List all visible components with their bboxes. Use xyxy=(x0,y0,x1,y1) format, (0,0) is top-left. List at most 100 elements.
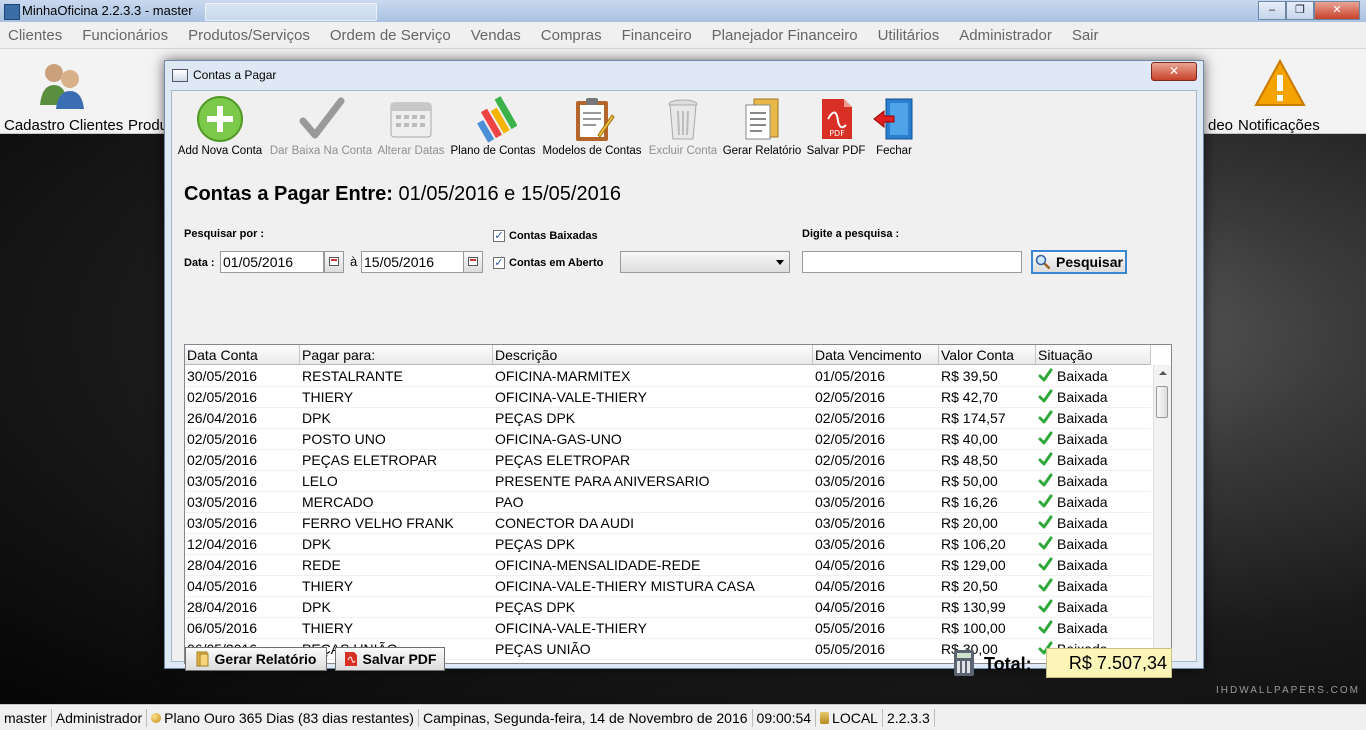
table-row[interactable]: 30/05/2016 RESTALRANTE OFICINA-MARMITEX 01/… xyxy=(185,366,1151,387)
cell-pagar-para: DPK xyxy=(300,534,493,555)
menu-sair[interactable]: Sair xyxy=(1064,27,1111,44)
table-row[interactable]: 03/05/2016 FERRO VELHO FRANK CONECTOR DA A… xyxy=(185,513,1151,534)
table-row[interactable]: 28/04/2016 REDE OFICINA-MENSALIDADE-REDE 04… xyxy=(185,555,1151,576)
table-vertical-scrollbar[interactable] xyxy=(1153,365,1171,663)
cell-valor-conta: R$ 42,70 xyxy=(939,387,1036,408)
column-header-valor-conta[interactable]: Valor Conta xyxy=(939,345,1036,365)
date-from-calendar-button[interactable] xyxy=(324,251,344,273)
fechar-button[interactable]: Fechar xyxy=(870,93,918,159)
status-plan-text: Plano Ouro 365 Dias (83 dias restantes) xyxy=(164,709,414,726)
cell-descricao: OFICINA-MENSALIDADE-REDE xyxy=(493,555,813,576)
contas-em-aberto-checkbox[interactable]: ✓ xyxy=(493,257,505,269)
contas-a-pagar-dialog: Contas a Pagar ✕ Add Nova Conta Dar Baix… xyxy=(164,60,1204,678)
cell-descricao: PEÇAS DPK xyxy=(493,408,813,429)
date-to-calendar-button[interactable] xyxy=(463,251,483,273)
situacao-text: Baixada xyxy=(1057,389,1108,405)
date-from-input[interactable]: 01/05/2016 xyxy=(220,251,324,273)
search-input[interactable] xyxy=(802,251,1022,273)
ribbon-notificacoes[interactable]: Notificações xyxy=(1236,55,1326,135)
dar-baixa-button[interactable]: Dar Baixa Na Conta xyxy=(268,93,374,159)
modelos-de-contas-button[interactable]: Modelos de Contas xyxy=(540,93,644,159)
minimize-button[interactable]: – xyxy=(1258,1,1286,20)
table-row[interactable]: 12/04/2016 DPK PEÇAS DPK 03/05/2016 R$ 106,2… xyxy=(185,534,1151,555)
plano-de-contas-button[interactable]: Plano de Contas xyxy=(448,93,538,159)
situacao-text: Baixada xyxy=(1057,494,1108,510)
table-row[interactable]: 03/05/2016 MERCADO PAO 03/05/2016 R$ 16,26 Ba… xyxy=(185,492,1151,513)
alterar-datas-button[interactable]: Alterar Datas xyxy=(376,93,446,159)
contas-table[interactable]: Data Conta Pagar para: Descrição Data Ve… xyxy=(184,344,1172,664)
checkmark-icon xyxy=(1038,410,1053,424)
menu-administrador[interactable]: Administrador xyxy=(951,27,1064,44)
dialog-title-bar[interactable]: Contas a Pagar ✕ xyxy=(165,61,1203,89)
excluir-conta-button[interactable]: Excluir Conta xyxy=(646,93,720,159)
table-row[interactable]: 28/04/2016 DPK PEÇAS DPK 04/05/2016 R$ 130,9… xyxy=(185,597,1151,618)
gerar-relatorio-toolbar-button[interactable]: Gerar Relatório xyxy=(722,93,802,159)
cell-data-conta: 02/05/2016 xyxy=(185,450,300,471)
column-header-data-conta[interactable]: Data Conta xyxy=(185,345,300,365)
exit-door-icon xyxy=(873,98,913,140)
table-row[interactable]: 03/05/2016 LELO PRESENTE PARA ANIVERSARIO 0… xyxy=(185,471,1151,492)
menu-clientes[interactable]: Clientes xyxy=(0,27,74,44)
cell-valor-conta: R$ 106,20 xyxy=(939,534,1036,555)
table-row[interactable]: 26/04/2016 DPK PEÇAS DPK 02/05/2016 R$ 174,5… xyxy=(185,408,1151,429)
status-plan: Plano Ouro 365 Dias (83 dias restantes) xyxy=(147,708,419,727)
cell-valor-conta: R$ 20,50 xyxy=(939,576,1036,597)
menu-compras[interactable]: Compras xyxy=(533,27,614,44)
filter-dropdown[interactable] xyxy=(620,251,790,273)
page-title: Contas a Pagar Entre: 01/05/2016 e 15/05… xyxy=(184,183,621,206)
salvar-pdf-label: Salvar PDF xyxy=(362,651,437,667)
cell-descricao: OFICINA-GAS-UNO xyxy=(493,429,813,450)
menu-utilitarios[interactable]: Utilitários xyxy=(870,27,952,44)
contas-baixadas-checkbox[interactable]: ✓ xyxy=(493,230,505,242)
cell-valor-conta: R$ 16,26 xyxy=(939,492,1036,513)
ribbon-label-notificacoes: Notificações xyxy=(1238,117,1320,134)
menu-vendas[interactable]: Vendas xyxy=(463,27,533,44)
column-header-situacao[interactable]: Situação xyxy=(1036,345,1151,365)
cell-situacao: Baixada xyxy=(1036,513,1151,534)
column-header-pagar-para[interactable]: Pagar para: xyxy=(300,345,493,365)
menu-financeiro[interactable]: Financeiro xyxy=(614,27,704,44)
dialog-close-button[interactable]: ✕ xyxy=(1151,62,1197,81)
situacao-text: Baixada xyxy=(1057,410,1108,426)
table-row[interactable]: 02/05/2016 THIERY OFICINA-VALE-THIERY 02/05… xyxy=(185,387,1151,408)
situacao-text: Baixada xyxy=(1057,557,1108,573)
column-header-data-vencimento[interactable]: Data Vencimento xyxy=(813,345,939,365)
svg-text:PDF: PDF xyxy=(829,129,845,138)
close-button[interactable]: ✕ xyxy=(1314,1,1360,20)
menu-produtos-servicos[interactable]: Produtos/Serviços xyxy=(180,27,322,44)
gerar-relatorio-toolbar-label: Gerar Relatório xyxy=(722,145,802,157)
table-row[interactable]: 02/05/2016 POSTO UNO OFICINA-GAS-UNO 02/05/… xyxy=(185,429,1151,450)
salvar-pdf-toolbar-button[interactable]: PDF Salvar PDF xyxy=(804,93,868,159)
report-icon xyxy=(196,651,209,667)
scroll-up-button[interactable] xyxy=(1154,365,1171,382)
table-row[interactable]: 04/05/2016 THIERY OFICINA-VALE-THIERY MIST… xyxy=(185,576,1151,597)
ribbon-cadastro-clientes[interactable]: Cadastro Clientes xyxy=(0,55,124,135)
cell-descricao: OFICINA-VALE-THIERY xyxy=(493,387,813,408)
cell-situacao: Baixada xyxy=(1036,555,1151,576)
cell-situacao: Baixada xyxy=(1036,408,1151,429)
situacao-text: Baixada xyxy=(1057,431,1108,447)
pesquisar-button[interactable]: Pesquisar xyxy=(1031,250,1127,274)
menu-ordem-servico[interactable]: Ordem de Serviço xyxy=(322,27,463,44)
cell-valor-conta: R$ 130,99 xyxy=(939,597,1036,618)
cell-pagar-para: MERCADO xyxy=(300,492,493,513)
scroll-thumb[interactable] xyxy=(1156,386,1168,418)
date-to-input[interactable]: 15/05/2016 xyxy=(361,251,464,273)
situacao-text: Baixada xyxy=(1057,368,1108,384)
menu-planejador-financeiro[interactable]: Planejador Financeiro xyxy=(704,27,870,44)
column-header-descricao[interactable]: Descrição xyxy=(493,345,813,365)
window-title-bar[interactable]: MinhaOficina 2.2.3.3 - master – ❐ ✕ xyxy=(0,0,1366,23)
menu-funcionarios[interactable]: Funcionários xyxy=(74,27,180,44)
add-nova-conta-label: Add Nova Conta xyxy=(177,145,263,157)
cell-data-vencimento: 04/05/2016 xyxy=(813,555,939,576)
add-nova-conta-button[interactable]: Add Nova Conta xyxy=(174,93,266,159)
checkmark-icon xyxy=(1038,536,1053,550)
gerar-relatorio-button[interactable]: Gerar Relatório xyxy=(185,647,327,671)
table-row[interactable]: 06/05/2016 THIERY OFICINA-VALE-THIERY 05/05… xyxy=(185,618,1151,639)
cell-descricao: OFICINA-VALE-THIERY MISTURA CASA xyxy=(493,576,813,597)
salvar-pdf-toolbar-label: Salvar PDF xyxy=(806,145,866,157)
cell-data-conta: 03/05/2016 xyxy=(185,513,300,534)
salvar-pdf-button[interactable]: Salvar PDF xyxy=(335,647,445,671)
maximize-button[interactable]: ❐ xyxy=(1286,1,1314,20)
table-row[interactable]: 02/05/2016 PEÇAS ELETROPAR PEÇAS ELETROPAR… xyxy=(185,450,1151,471)
